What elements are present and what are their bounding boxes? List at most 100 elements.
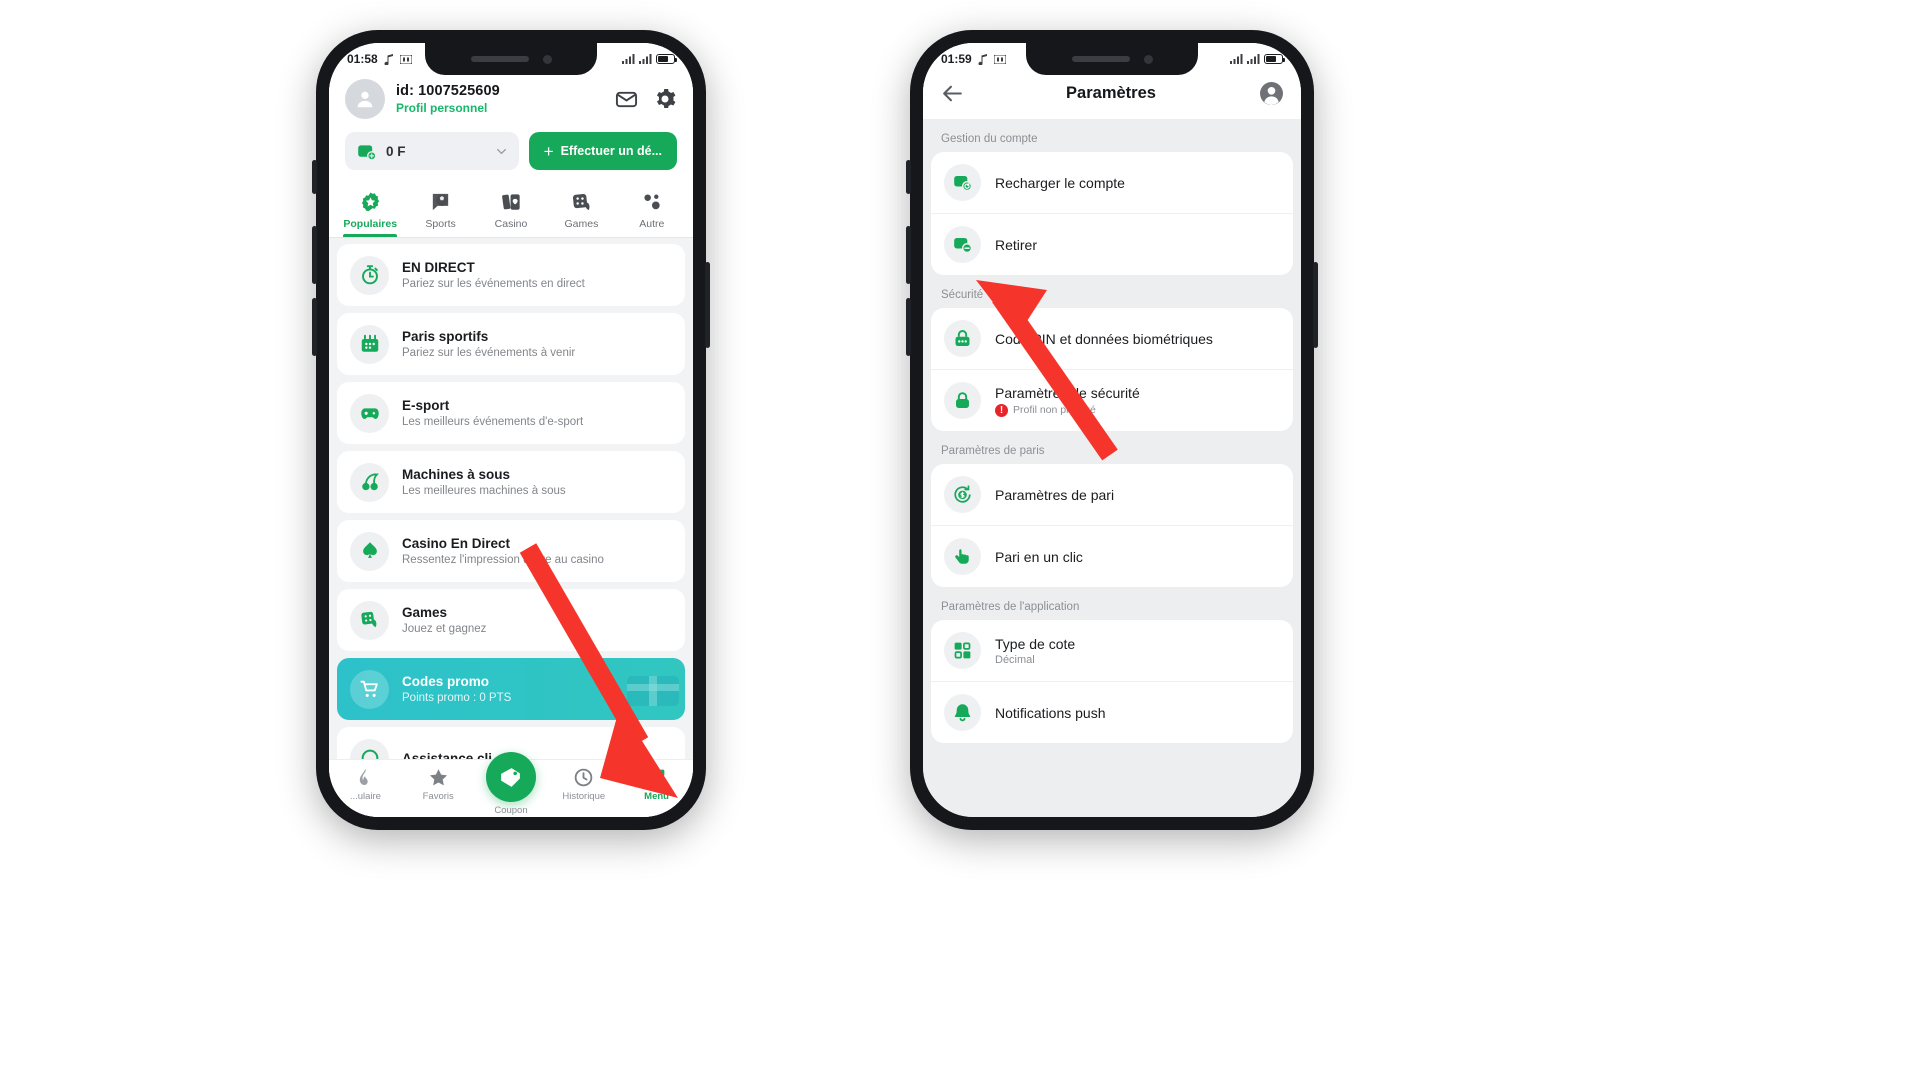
signal-icon	[1247, 54, 1260, 64]
right-phone-screen: 01:59 Paramètres Gestion du compte Recha…	[923, 43, 1301, 817]
chevron-down-icon[interactable]	[495, 145, 508, 158]
balance-amount: 0 F	[386, 143, 406, 159]
promo-codes-card[interactable]: Codes promo Points promo : 0 PTS	[337, 658, 685, 720]
bottom-nav-item-historique[interactable]: Historique	[547, 766, 620, 802]
type-de-cote-row[interactable]: Type de cote Décimal	[931, 620, 1293, 681]
bottom-nav-item-menu[interactable]: Menu	[620, 766, 693, 802]
list-item[interactable]: EN DIRECT Pariez sur les événements en d…	[337, 244, 685, 306]
list-item[interactable]: Paris sportifs Pariez sur les événements…	[337, 313, 685, 375]
screenshot-canvas: 01:58 id: 1007525609 Profil personnel 0 …	[0, 0, 1920, 1080]
gamepad-icon	[350, 393, 389, 433]
gear-icon[interactable]	[652, 87, 677, 112]
menu-list[interactable]: EN DIRECT Pariez sur les événements en d…	[329, 238, 693, 817]
coupon-fab-button[interactable]	[485, 752, 536, 802]
bottom-nav-item-favoris[interactable]: Favoris	[402, 766, 475, 802]
bottom-nav-label: Historique	[562, 791, 606, 802]
star-badge-icon	[358, 190, 382, 214]
bottom-nav-item-coupon[interactable]: Coupon	[475, 752, 548, 816]
notch	[425, 43, 597, 75]
list-item[interactable]: Casino En Direct Ressentez l'impression …	[337, 520, 685, 582]
tab-games[interactable]: Games	[546, 190, 616, 237]
list-item-subtitle: Pariez sur les événements en direct	[402, 278, 585, 290]
mail-icon[interactable]	[614, 87, 639, 112]
battery-icon	[1264, 54, 1285, 64]
person-circle-icon[interactable]	[1257, 79, 1285, 107]
recharger-row[interactable]: Recharger le compte	[931, 152, 1293, 213]
list-item[interactable]: E-sport Les meilleurs événements d'e-spo…	[337, 382, 685, 444]
mute-switch[interactable]	[312, 160, 317, 194]
bottom-nav: ...ulaire Favoris Coupon Historique Menu	[329, 752, 693, 817]
deposit-button[interactable]: + Effectuer un dé...	[528, 132, 677, 170]
warning-icon: !	[995, 403, 1008, 417]
tab-autre[interactable]: Autre	[617, 190, 687, 237]
mute-switch[interactable]	[906, 160, 911, 194]
volume-down-button[interactable]	[312, 298, 317, 356]
bottom-nav-label: Coupon	[494, 805, 528, 816]
front-camera	[1143, 54, 1153, 64]
row-title: Type de cote	[995, 635, 1076, 652]
row-title: Paramètres de sécurité	[995, 384, 1140, 401]
wallet-icon	[356, 141, 377, 162]
person-avatar[interactable]	[345, 79, 385, 119]
securite-params-row[interactable]: Paramètres de sécurité ! Profil non prot…	[931, 369, 1293, 431]
section-label: Gestion du compte	[941, 133, 1038, 145]
arrow-left-icon[interactable]	[939, 80, 965, 106]
tab-populaires[interactable]: Populaires	[335, 190, 405, 237]
signal-icon	[639, 54, 652, 64]
row-title: Notifications push	[995, 704, 1106, 721]
power-button[interactable]	[705, 262, 710, 348]
list-item-title: Paris sportifs	[402, 329, 489, 344]
power-button[interactable]	[1313, 262, 1318, 348]
section-group-bets: Paramètres de pari Pari en un clic	[931, 464, 1293, 587]
clock-icon	[573, 766, 595, 788]
cherry-icon	[350, 462, 389, 502]
bell-icon	[944, 694, 981, 731]
battery-icon	[656, 54, 677, 64]
row-subtitle: Décimal	[995, 653, 1035, 666]
section-label: Sécurité	[941, 289, 984, 301]
soccer-ball-icon	[429, 190, 453, 214]
row-title: Pari en un clic	[995, 548, 1083, 565]
list-item-title: EN DIRECT	[402, 260, 475, 275]
params-pari-row[interactable]: Paramètres de pari	[931, 464, 1293, 525]
list-item-title: Games	[402, 605, 448, 620]
balance-row: 0 F + Effectuer un dé...	[345, 132, 677, 170]
nfc-icon	[399, 54, 412, 64]
tab-casino[interactable]: Casino	[476, 190, 546, 237]
notch	[1026, 43, 1198, 75]
row-title: Code PIN et données biométriques	[995, 330, 1213, 347]
warning-text: Profil non protégé	[1013, 404, 1096, 416]
profile-type-label: Profil personnel	[396, 101, 488, 115]
deposit-button-label: Effectuer un dé...	[560, 144, 662, 158]
nfc-icon	[993, 54, 1006, 64]
list-item-title: Casino En Direct	[402, 536, 511, 551]
list-item[interactable]: Machines à sous Les meilleures machines …	[337, 451, 685, 513]
pin-lock-icon	[944, 320, 981, 357]
row-title: Retirer	[995, 236, 1038, 253]
lock-icon	[944, 382, 981, 419]
populaires-screen: id: 1007525609 Profil personnel 0 F + Ef…	[329, 43, 693, 817]
volume-up-button[interactable]	[906, 226, 911, 284]
retirer-row[interactable]: Retirer	[931, 213, 1293, 275]
notifications-push-row[interactable]: Notifications push	[931, 681, 1293, 743]
bottom-nav-item-populaire[interactable]: ...ulaire	[329, 766, 402, 802]
section-label: Paramètres de paris	[941, 445, 1045, 457]
tab-sports[interactable]: Sports	[405, 190, 475, 237]
category-tabs: Populaires Sports Casino Games Autre	[329, 180, 693, 237]
wallet-add-icon	[944, 164, 981, 201]
volume-down-button[interactable]	[906, 298, 911, 356]
spade-icon	[350, 531, 389, 571]
left-phone-screen: 01:58 id: 1007525609 Profil personnel 0 …	[329, 43, 693, 817]
fire-icon	[354, 766, 376, 788]
list-item-subtitle: Pariez sur les événements à venir	[402, 347, 576, 359]
profile-row[interactable]: id: 1007525609 Profil personnel	[345, 79, 677, 119]
grid-icon	[646, 766, 668, 788]
list-item-subtitle: Jouez et gagnez	[402, 623, 487, 635]
volume-up-button[interactable]	[312, 226, 317, 284]
earpiece-speaker	[470, 56, 529, 62]
pari-un-clic-row[interactable]: Pari en un clic	[931, 525, 1293, 587]
balance-selector[interactable]: 0 F	[345, 132, 519, 170]
settings-body[interactable]: Gestion du compte Recharger le compte Re…	[923, 119, 1301, 817]
list-item[interactable]: Games Jouez et gagnez	[337, 589, 685, 651]
code-pin-row[interactable]: Code PIN et données biométriques	[931, 308, 1293, 369]
